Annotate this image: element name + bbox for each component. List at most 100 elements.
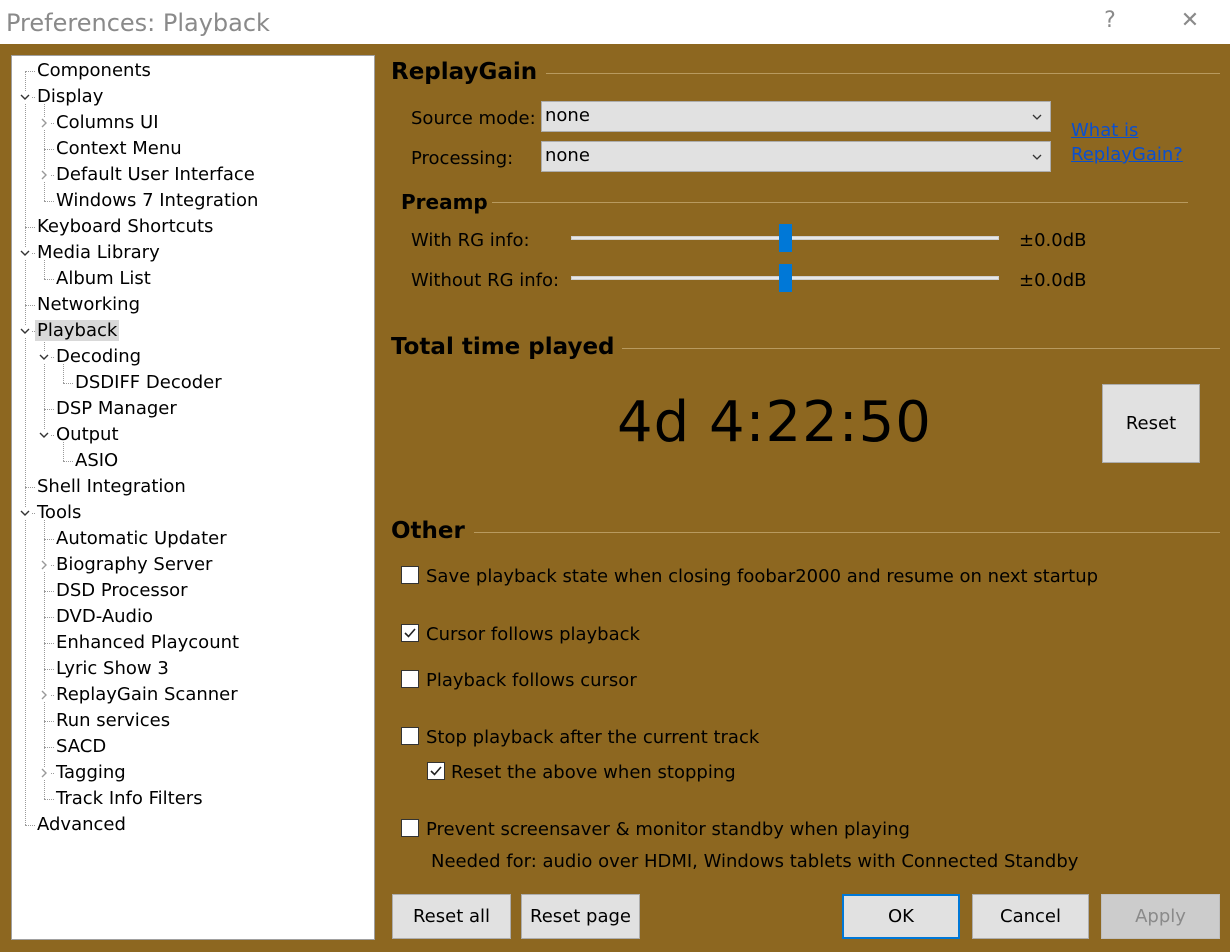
with-rg-slider-thumb[interactable] bbox=[778, 224, 792, 252]
tree-item-label: Tools bbox=[37, 502, 82, 523]
tree-item-label: DSDIFF Decoder bbox=[75, 372, 222, 393]
tree-guide-line bbox=[44, 617, 54, 618]
tree-guide-line bbox=[25, 227, 35, 228]
replaygain-divider bbox=[546, 73, 1220, 74]
chevron-down-icon[interactable] bbox=[19, 507, 31, 519]
reset-page-button[interactable]: Reset page bbox=[521, 894, 640, 939]
source-mode-select[interactable]: none bbox=[541, 101, 1051, 132]
reset-all-button[interactable]: Reset all bbox=[392, 894, 511, 939]
tree-item-label: Components bbox=[37, 60, 151, 81]
tree-item-lyric-show-3[interactable]: Lyric Show 3 bbox=[54, 656, 171, 682]
replaygain-heading: ReplayGain bbox=[391, 59, 538, 85]
chevron-right-icon[interactable] bbox=[38, 169, 50, 181]
tree-item-dsdiff-decoder[interactable]: DSDIFF Decoder bbox=[73, 370, 224, 396]
tree-item-components[interactable]: Components bbox=[35, 58, 153, 84]
tree-item-shell-integration[interactable]: Shell Integration bbox=[35, 474, 188, 500]
tree-guide-line bbox=[44, 643, 54, 644]
tree-item-keyboard-shortcuts[interactable]: Keyboard Shortcuts bbox=[35, 214, 215, 240]
tree-item-album-list[interactable]: Album List bbox=[54, 266, 153, 292]
tree-item-label: Run services bbox=[56, 710, 171, 731]
tree-guide-line bbox=[44, 409, 54, 410]
tree-item-label: ReplayGain Scanner bbox=[56, 684, 238, 705]
tree-guide-line bbox=[25, 825, 35, 826]
tree-item-playback[interactable]: Playback bbox=[35, 318, 120, 344]
stop-after-label: Stop playback after the current track bbox=[426, 727, 760, 748]
tree-item-columns-ui[interactable]: Columns UI bbox=[54, 110, 161, 136]
tree-item-label: Display bbox=[37, 86, 104, 107]
ok-button[interactable]: OK bbox=[842, 894, 960, 939]
chevron-down-icon[interactable] bbox=[38, 429, 50, 441]
tree-item-run-services[interactable]: Run services bbox=[54, 708, 172, 734]
tree-guide-line bbox=[44, 669, 54, 670]
reset-time-button[interactable]: Reset bbox=[1102, 384, 1200, 463]
stop-after-checkbox[interactable] bbox=[401, 727, 419, 745]
tree-item-biography-server[interactable]: Biography Server bbox=[54, 552, 214, 578]
other-heading: Other bbox=[391, 518, 465, 544]
processing-select[interactable]: none bbox=[541, 141, 1051, 172]
playback-follows-label: Playback follows cursor bbox=[426, 670, 637, 691]
tree-item-label: Playback bbox=[35, 320, 120, 341]
chevron-down-icon[interactable] bbox=[38, 351, 50, 363]
checkmark-icon bbox=[404, 628, 416, 638]
tree-item-enhanced-playcount[interactable]: Enhanced Playcount bbox=[54, 630, 241, 656]
chevron-down-icon[interactable] bbox=[19, 91, 31, 103]
tree-item-label: Decoding bbox=[56, 346, 142, 367]
tree-item-windows-7-integration[interactable]: Windows 7 Integration bbox=[54, 188, 260, 214]
tree-item-display[interactable]: Display bbox=[35, 84, 105, 110]
tree-guide-line bbox=[25, 305, 35, 306]
tree-item-label: Output bbox=[56, 424, 119, 445]
tree-item-media-library[interactable]: Media Library bbox=[35, 240, 162, 266]
preamp-divider bbox=[492, 202, 1188, 203]
tree-item-dsd-processor[interactable]: DSD Processor bbox=[54, 578, 190, 604]
tree-item-label: Enhanced Playcount bbox=[56, 632, 240, 653]
chevron-right-icon[interactable] bbox=[38, 559, 50, 571]
without-rg-slider-thumb[interactable] bbox=[778, 264, 792, 292]
tree-item-dvd-audio[interactable]: DVD-Audio bbox=[54, 604, 155, 630]
without-rg-value: ±0.0dB bbox=[1019, 270, 1087, 291]
total-time-value: 4d 4:22:50 bbox=[617, 390, 932, 455]
tree-item-context-menu[interactable]: Context Menu bbox=[54, 136, 184, 162]
chevron-down-icon[interactable] bbox=[19, 325, 31, 337]
prevent-screensaver-checkbox[interactable] bbox=[401, 819, 419, 837]
tree-item-label: DSD Processor bbox=[56, 580, 188, 601]
playback-follows-checkbox[interactable] bbox=[401, 670, 419, 688]
chevron-right-icon[interactable] bbox=[38, 767, 50, 779]
tree-item-tagging[interactable]: Tagging bbox=[54, 760, 128, 786]
tree-item-decoding[interactable]: Decoding bbox=[54, 344, 143, 370]
tree-item-replaygain-scanner[interactable]: ReplayGain Scanner bbox=[54, 682, 240, 708]
tree-item-label: DVD-Audio bbox=[56, 606, 153, 627]
tree-item-dsp-manager[interactable]: DSP Manager bbox=[54, 396, 179, 422]
chevron-right-icon[interactable] bbox=[38, 689, 50, 701]
tree-item-track-info-filters[interactable]: Track Info Filters bbox=[54, 786, 205, 812]
save-state-checkbox[interactable] bbox=[401, 566, 419, 584]
what-is-replaygain-link[interactable]: What is ReplayGain? bbox=[1071, 119, 1183, 167]
tree-item-output[interactable]: Output bbox=[54, 422, 121, 448]
tree-guide-line bbox=[25, 71, 26, 825]
preamp-heading: Preamp bbox=[401, 190, 488, 214]
source-mode-label: Source mode: bbox=[411, 108, 536, 129]
tree-item-asio[interactable]: ASIO bbox=[73, 448, 120, 474]
cursor-follows-checkbox[interactable] bbox=[401, 624, 419, 642]
tree-guide-line bbox=[44, 591, 54, 592]
preferences-tree[interactable]: Components Display Columns UI Context Menu D… bbox=[11, 55, 375, 940]
tree-guide-line bbox=[25, 71, 35, 72]
tree-item-sacd[interactable]: SACD bbox=[54, 734, 108, 760]
tree-item-label: Keyboard Shortcuts bbox=[37, 216, 214, 237]
help-icon[interactable]: ? bbox=[1090, 8, 1130, 33]
tree-guide-line bbox=[63, 383, 73, 384]
cancel-button[interactable]: Cancel bbox=[972, 894, 1089, 939]
tree-item-default-user-interface[interactable]: Default User Interface bbox=[54, 162, 257, 188]
tree-item-networking[interactable]: Networking bbox=[35, 292, 142, 318]
other-divider bbox=[474, 532, 1220, 533]
tree-item-automatic-updater[interactable]: Automatic Updater bbox=[54, 526, 229, 552]
with-rg-value: ±0.0dB bbox=[1019, 230, 1087, 251]
chevron-down-icon bbox=[1032, 114, 1042, 120]
tree-item-advanced[interactable]: Advanced bbox=[35, 812, 128, 838]
chevron-right-icon[interactable] bbox=[38, 117, 50, 129]
tree-item-label: Tagging bbox=[56, 762, 126, 783]
close-icon[interactable]: ✕ bbox=[1170, 8, 1210, 33]
apply-button[interactable]: Apply bbox=[1101, 894, 1220, 939]
chevron-down-icon[interactable] bbox=[19, 247, 31, 259]
tree-item-tools[interactable]: Tools bbox=[35, 500, 83, 526]
reset-above-checkbox[interactable] bbox=[427, 762, 445, 780]
